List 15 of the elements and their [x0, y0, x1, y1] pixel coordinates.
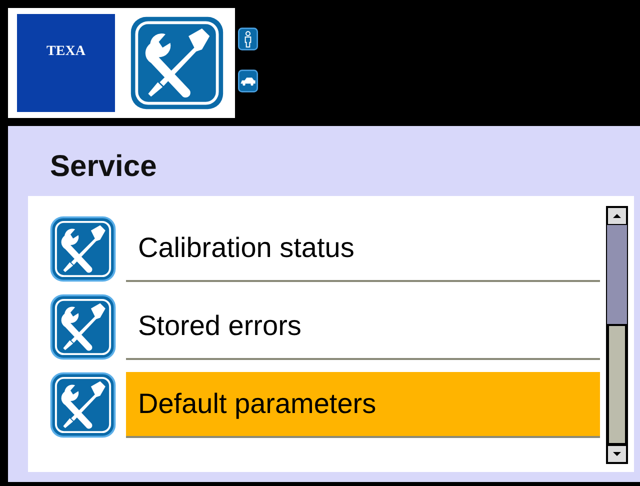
scrollbar[interactable] — [606, 206, 628, 464]
scroll-down-button[interactable] — [607, 445, 627, 463]
up-triangle-icon — [612, 213, 622, 219]
menu-item[interactable]: Calibration status — [126, 216, 600, 282]
down-triangle-icon — [612, 451, 622, 457]
menu-item[interactable]: Default parameters — [126, 372, 600, 438]
wrench-screwdriver-icon — [50, 294, 116, 360]
wrench-screwdriver-icon — [50, 372, 116, 438]
texa-logo: TEXA — [17, 14, 115, 112]
screen-title: Service — [49, 149, 158, 185]
scroll-up-button[interactable] — [607, 207, 627, 225]
scroll-thumb[interactable] — [607, 324, 627, 445]
wrench-screwdriver-icon — [129, 15, 225, 111]
menu-item[interactable]: Stored errors — [126, 294, 600, 360]
wrench-screwdriver-icon — [50, 216, 116, 282]
